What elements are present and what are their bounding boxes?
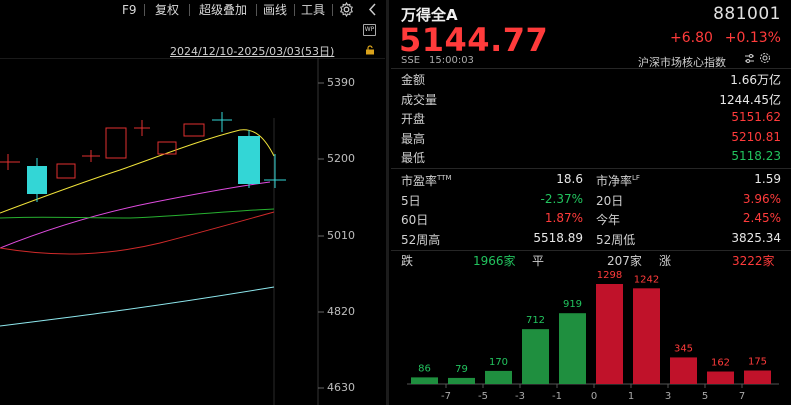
metric-label: 市净率LF xyxy=(596,174,640,188)
sliders-icon[interactable] xyxy=(744,53,755,64)
x-tick-label: -3 xyxy=(515,391,525,402)
bar-value-label: 86 xyxy=(418,363,431,374)
metric-value: -2.37% xyxy=(540,191,583,206)
chevron-left-icon[interactable] xyxy=(368,3,377,16)
exchange-label: SSE xyxy=(401,55,421,66)
draw-line-button[interactable]: 画线 xyxy=(263,2,287,18)
x-tick-label: 0 xyxy=(591,391,597,402)
distribution-bar xyxy=(522,329,549,384)
flat-count: 207家 xyxy=(607,254,642,268)
metric-value: 5518.89 xyxy=(533,230,583,245)
wp-icon[interactable]: WP xyxy=(363,24,376,36)
stock-code: 881001 xyxy=(713,4,781,24)
price-tick-label: 5010 xyxy=(327,229,355,242)
metric-value: 3.96% xyxy=(742,191,781,206)
breadth-distribution-chart: 86 791707129191298 1242345162 175-7 -5 -3 -1 0 1… xyxy=(407,270,779,402)
distribution-bar xyxy=(670,357,697,384)
stat-value: 5118.23 xyxy=(731,149,781,163)
stat-label: 最低 xyxy=(401,151,426,165)
metric-label: 52周高 xyxy=(401,232,441,247)
toolbar-divider xyxy=(294,4,295,16)
distribution-bar xyxy=(485,370,512,384)
metric-label: 今年 xyxy=(596,213,621,227)
metric-label: 60日 xyxy=(401,213,429,227)
distribution-bar xyxy=(448,377,475,384)
x-tick-label: -5 xyxy=(478,391,488,402)
bar-value-label: 1298 xyxy=(597,270,622,281)
down-count: 1966家 xyxy=(473,254,516,268)
quote-panel: 万得全A 881001 5144.77 +6.80 +0.13% SSE 15:… xyxy=(391,0,791,405)
super-overlay-button[interactable]: 超级叠加 xyxy=(199,2,247,18)
last-price: 5144.77 xyxy=(399,21,549,59)
price-tick-label: 4630 xyxy=(327,381,355,394)
divider xyxy=(391,250,791,251)
x-tick-label: -1 xyxy=(552,391,562,402)
bar-value-label: 919 xyxy=(563,299,582,310)
stat-value: 1244.45亿 xyxy=(719,92,781,107)
settings-icon[interactable] xyxy=(759,52,771,64)
toolbar-divider xyxy=(332,4,333,16)
metric-value: 18.6 xyxy=(556,172,583,186)
bar-value-label: 175 xyxy=(748,357,767,368)
distribution-bar xyxy=(596,284,623,384)
price-tick-label: 4820 xyxy=(327,305,355,318)
distribution-bar xyxy=(744,370,771,384)
metric-value: 1.87% xyxy=(544,211,583,225)
metric-value: 2.45% xyxy=(742,211,781,225)
quote-time: 15:00:03 xyxy=(429,55,474,66)
metric-value: 1.59 xyxy=(754,172,781,186)
up-count: 3222家 xyxy=(732,254,775,268)
distribution-bar xyxy=(707,371,734,384)
x-tick-label: 7 xyxy=(739,391,745,402)
bar-value-label: 712 xyxy=(526,315,545,326)
distribution-bar xyxy=(411,377,438,384)
divider xyxy=(391,168,791,169)
stat-value: 1.66万亿 xyxy=(730,73,781,87)
change-amount: +6.80 xyxy=(670,30,713,46)
market-breadth-row: 跌 1966家 平 207家 涨 3222家 xyxy=(391,252,791,268)
x-tick-label: -7 xyxy=(441,391,451,402)
bar-value-label: 170 xyxy=(489,357,508,368)
chart-toolbar: F9 复权 超级叠加 画线 工具 xyxy=(0,0,385,20)
change-percent: +0.13% xyxy=(724,30,781,46)
metric-label: 52周低 xyxy=(596,232,636,247)
x-tick-label: 5 xyxy=(702,391,708,402)
distribution-bar xyxy=(559,313,586,384)
distribution-bar xyxy=(633,288,660,384)
panel-divider[interactable] xyxy=(386,0,389,405)
divider xyxy=(391,68,791,69)
metric-label: 20日 xyxy=(596,193,624,208)
adjust-button[interactable]: 复权 xyxy=(155,2,179,18)
bar-value-label: 162 xyxy=(711,358,730,369)
bar-value-label: 1242 xyxy=(634,274,659,285)
kline-chart-panel[interactable]: F9 复权 超级叠加 画线 工具 WP 2024/12/10-2025/03/0… xyxy=(0,0,385,405)
stat-label: 成交量 xyxy=(401,92,438,107)
toolbar-divider xyxy=(144,4,145,16)
tools-button[interactable]: 工具 xyxy=(301,2,325,18)
metric-label: 市盈率TTM xyxy=(401,174,452,188)
gear-icon[interactable] xyxy=(339,2,354,17)
stat-value: 5210.81 xyxy=(731,129,781,144)
stat-label: 金额 xyxy=(401,73,426,87)
f9-button[interactable]: F9 xyxy=(122,2,137,18)
price-tick-label: 5200 xyxy=(327,152,355,165)
toolbar-divider xyxy=(189,4,190,16)
metric-label: 5日 xyxy=(401,193,421,208)
stat-value: 5151.62 xyxy=(731,110,781,124)
price-tick-label: 5390 xyxy=(327,76,355,89)
metric-value: 3825.34 xyxy=(731,230,781,245)
stat-label: 开盘 xyxy=(401,112,426,126)
x-tick-label: 3 xyxy=(665,391,671,402)
toolbar-divider xyxy=(256,4,257,16)
flat-label: 平 xyxy=(532,254,545,268)
lock-icon[interactable] xyxy=(365,45,375,55)
up-label: 涨 xyxy=(659,254,672,268)
down-label: 跌 xyxy=(401,254,414,268)
stat-label: 最高 xyxy=(401,131,426,146)
x-tick-label: 1 xyxy=(628,391,634,402)
bar-value-label: 345 xyxy=(674,343,693,354)
date-range-label[interactable]: 2024/12/10-2025/03/03(53日) xyxy=(170,43,334,59)
bar-value-label: 79 xyxy=(455,364,468,375)
